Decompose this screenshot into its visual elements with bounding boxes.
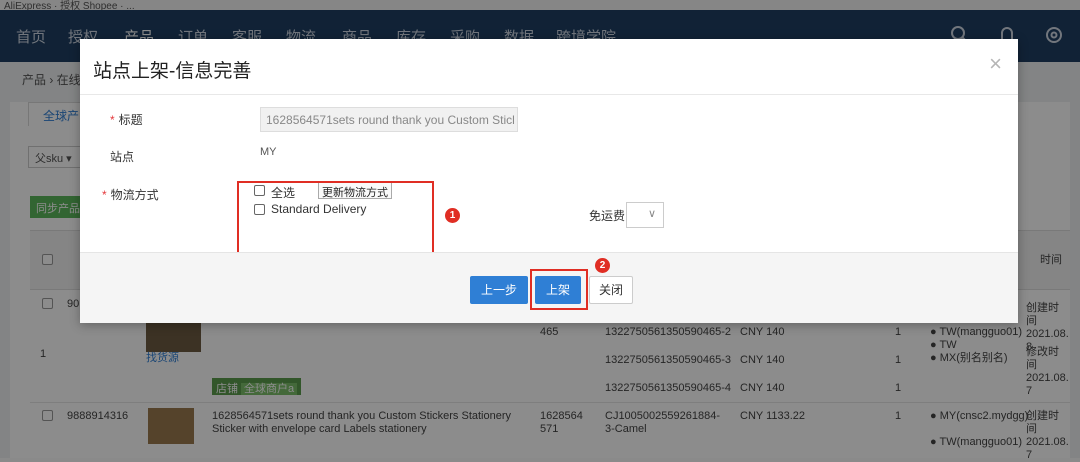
modal-footer: 上一步 上架 关闭 2 xyxy=(80,252,1018,323)
title-label: * 标题 xyxy=(110,113,143,127)
close-icon[interactable]: × xyxy=(989,51,1002,77)
prev-step-button[interactable]: 上一步 xyxy=(470,276,528,304)
title-input[interactable]: 1628564571sets round thank you Custom St… xyxy=(260,107,518,132)
site-label: 站点 xyxy=(110,150,135,164)
site-value: MY xyxy=(260,146,277,158)
chevron-down-icon: ∨ xyxy=(647,208,656,220)
annotation-badge-2: 2 xyxy=(595,258,610,273)
free-shipping-select[interactable]: ∨ xyxy=(626,202,664,228)
annotation-box-1 xyxy=(237,181,434,256)
close-button[interactable]: 关闭 xyxy=(589,276,633,304)
shipping-label: * 物流方式 xyxy=(102,188,159,202)
annotation-box-2 xyxy=(530,269,588,310)
annotation-badge-1: 1 xyxy=(445,208,460,223)
modal-divider xyxy=(80,94,1018,95)
modal-title: 站点上架-信息完善 xyxy=(93,61,252,82)
listing-info-modal: 站点上架-信息完善 × * 标题 1628564571sets round tha… xyxy=(80,39,1018,323)
